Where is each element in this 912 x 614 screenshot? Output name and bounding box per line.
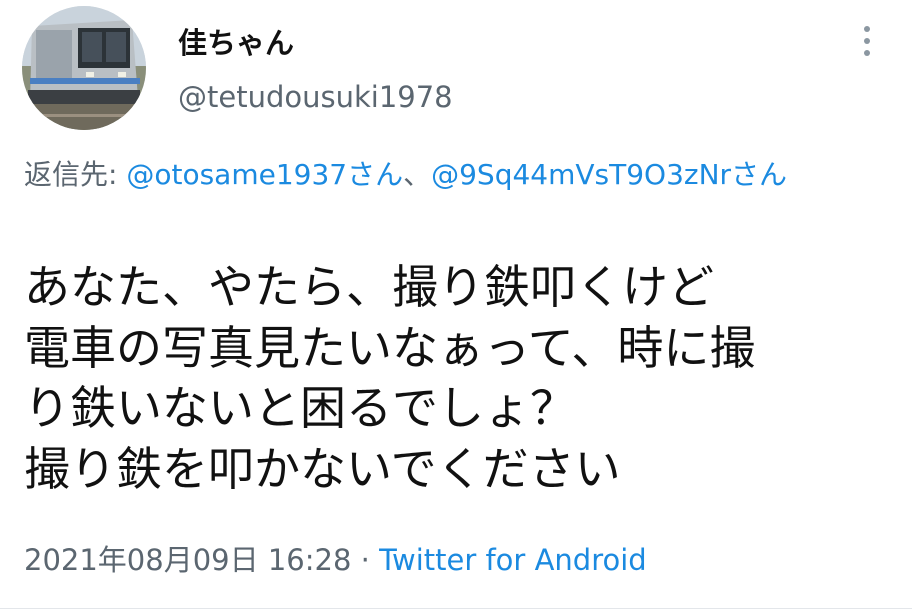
reply-mention-link[interactable]: @9Sq44mVsT9O3zNrさん bbox=[431, 158, 787, 191]
tweet-text: あなた、やたら、撮り鉄叩くけど 電車の写真見たいなぁって、時に撮 り鉄いないと困… bbox=[24, 257, 894, 499]
tweet-card: 佳ちゃん @tetudousuki1978 返信先: @otosame1937さ… bbox=[0, 0, 912, 614]
train-photo-avatar bbox=[22, 6, 146, 130]
reply-prefix: 返信先: bbox=[24, 158, 127, 191]
tweet-text-line: 電車の写真見たいなぁって、時に撮 bbox=[24, 320, 756, 375]
author-name[interactable]: 佳ちゃん bbox=[178, 20, 294, 62]
tweet-text-line: 撮り鉄を叩かないでください bbox=[24, 441, 621, 496]
divider bbox=[0, 608, 912, 609]
more-vertical-icon bbox=[864, 26, 870, 32]
tweet-meta: 2021年08月09日 16:28 · Twitter for Android bbox=[24, 537, 647, 579]
more-options-button[interactable] bbox=[852, 18, 882, 64]
meta-separator: · bbox=[351, 543, 380, 577]
reply-mention-link[interactable]: @otosame1937さん bbox=[126, 158, 403, 191]
tweet-source-link[interactable]: Twitter for Android bbox=[379, 543, 647, 577]
tweet-text-line: り鉄いないと困るでしょ？ bbox=[24, 381, 576, 435]
reply-separator: 、 bbox=[403, 158, 432, 191]
reply-context: 返信先: @otosame1937さん、@9Sq44mVsT9O3zNrさん bbox=[24, 156, 874, 194]
tweet-text-line: あなた、やたら、撮り鉄叩くけど bbox=[24, 260, 714, 314]
more-vertical-icon-dot bbox=[864, 50, 870, 56]
tweet-timestamp[interactable]: 2021年08月09日 16:28 bbox=[24, 543, 351, 577]
author-avatar[interactable] bbox=[22, 6, 146, 130]
author-handle[interactable]: @tetudousuki1978 bbox=[178, 80, 453, 114]
more-vertical-icon-dot bbox=[864, 38, 870, 44]
